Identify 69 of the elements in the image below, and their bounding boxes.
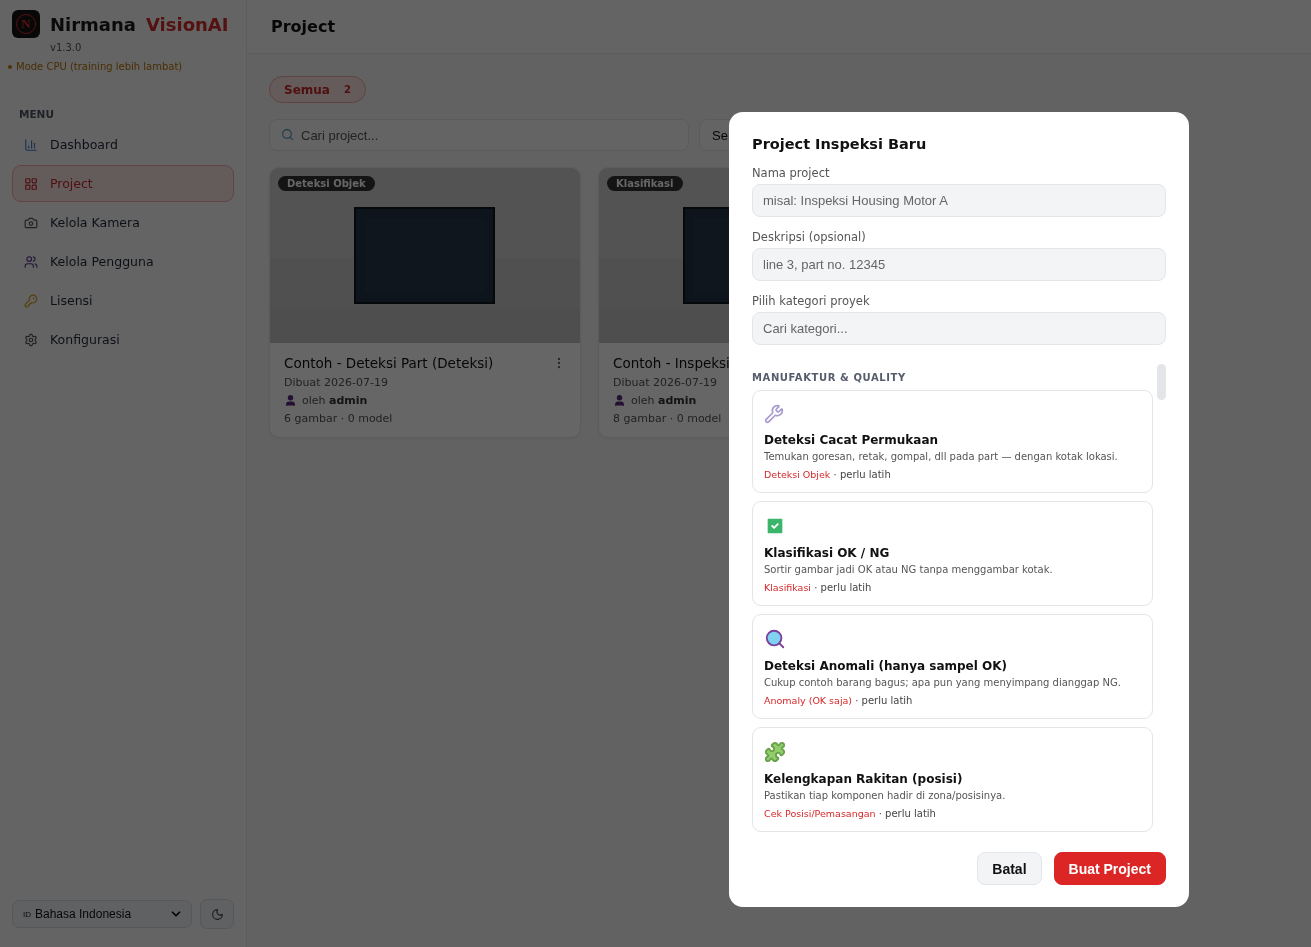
key-icon xyxy=(24,293,38,308)
app-version: v1.3.0 xyxy=(50,42,83,53)
category-description: Temukan goresan, retak, gompal, dll pada part — dengan kotak lokasi. xyxy=(764,451,1119,462)
camera-icon xyxy=(24,215,38,230)
field-label: Deskripsi (opsional) xyxy=(752,230,867,244)
dialog-title: Project Inspeksi Baru xyxy=(752,136,928,152)
menu-item[interactable]: Dashboard xyxy=(12,126,234,163)
menu-item[interactable]: Kelola Pengguna xyxy=(12,243,234,280)
magnifier-icon xyxy=(764,628,786,650)
brand-accent: VisionAI xyxy=(146,13,229,35)
category-tag-line: Cek Posisi/Pemasangan · perlu latih xyxy=(764,808,937,819)
project-card[interactable]: Deteksi Objek Contoh - Deteksi Part (Deteksi) Dibuat 2026-07-19 oleh admin 6 gambar · 0 model xyxy=(269,167,581,438)
menu-item[interactable]: Kelola Kamera xyxy=(12,204,234,241)
field-label: Nama project xyxy=(752,166,831,180)
input-field[interactable]: Cari kategori... xyxy=(752,312,1166,345)
category-title: Klasifikasi OK / NG xyxy=(764,546,891,560)
mode-status: Mode CPU (training lebih lambat) xyxy=(16,61,183,72)
input-field[interactable]: misal: Inspeksi Housing Motor A xyxy=(752,184,1166,217)
grid-icon xyxy=(24,176,38,191)
project-stats: 6 gambar · 0 model xyxy=(284,412,393,425)
scrollbar-thumb[interactable] xyxy=(1157,364,1166,400)
create-button[interactable]: Buat Project xyxy=(1053,852,1166,885)
language-select[interactable]: ID Bahasa Indonesia xyxy=(12,900,192,928)
menu-item[interactable]: Konfigurasi xyxy=(12,321,234,358)
category-tag-line: Deteksi Objek · perlu latih xyxy=(764,469,892,480)
menu-item[interactable]: Project xyxy=(12,165,234,202)
bar-chart-icon xyxy=(24,137,38,152)
owner-text: oleh admin xyxy=(631,394,697,407)
type-badge: Klasifikasi xyxy=(607,176,683,191)
category-option[interactable]: Deteksi Cacat Permukaan Temukan goresan, retak, gompal, dll pada part — dengan kotak lokasi. Deteksi Objek · perlu latih xyxy=(752,390,1153,493)
category-title: Deteksi Anomali (hanya sampel OK) xyxy=(764,659,1008,673)
type-badge: Deteksi Objek xyxy=(278,176,375,191)
page-title: Project xyxy=(271,17,336,36)
brand-name: Nirmana xyxy=(50,13,136,35)
category-option[interactable]: Klasifikasi OK / NG Sortir gambar jadi OK atau NG tanpa menggambar kotak. Klasifikasi · perlu latih xyxy=(752,501,1153,606)
project-stats: 8 gambar · 0 model xyxy=(613,412,722,425)
field-label: Pilih kategori proyek xyxy=(752,294,871,308)
category-title: Kelengkapan Rakitan (posisi) xyxy=(764,772,964,786)
created-date: Dibuat 2026-07-19 xyxy=(284,376,388,389)
wrench-icon xyxy=(764,404,784,424)
menu-heading: MENU xyxy=(19,108,55,120)
theme-toggle-button[interactable] xyxy=(200,899,234,929)
category-option[interactable]: Deteksi Anomali (hanya sampel OK) Cukup contoh barang bagus; apa pun yang menyimpang dianggap NG. Anomaly (OK saja) · perlu latih xyxy=(752,614,1153,719)
user-icon xyxy=(613,394,626,407)
settings-icon xyxy=(24,332,38,347)
category-tag-line: Anomaly (OK saja) · perlu latih xyxy=(764,695,914,706)
user-icon xyxy=(284,394,297,407)
status-dot xyxy=(8,64,12,69)
category-description: Pastikan tiap komponen hadir di zona/posisinya. xyxy=(764,790,1007,801)
category-tag-line: Klasifikasi · perlu latih xyxy=(764,582,873,593)
input-field[interactable]: line 3, part no. 12345 xyxy=(752,248,1166,281)
filter-chip[interactable]: Semua 2 xyxy=(269,76,366,103)
category-description: Sortir gambar jadi OK atau NG tanpa menggambar kotak. xyxy=(764,564,1054,575)
category-option[interactable]: Kelengkapan Rakitan (posisi) Pastikan tiap komponen hadir di zona/posisinya. Cek Posisi/Pemasangan · perlu latih xyxy=(752,727,1153,832)
project-title: Contoh - Deteksi Part (Deteksi) xyxy=(284,355,494,371)
category-description: Cukup contoh barang bagus; apa pun yang menyimpang dianggap NG. xyxy=(764,677,1122,688)
created-date: Dibuat 2026-07-19 xyxy=(613,376,717,389)
project-title: Contoh - Inspeksi xyxy=(613,355,730,371)
owner-text: oleh admin xyxy=(302,394,368,407)
moon-icon xyxy=(210,907,224,921)
search-icon xyxy=(281,128,294,141)
checkbox-icon xyxy=(764,515,786,537)
puzzle-icon xyxy=(764,741,786,763)
menu-item[interactable]: Lisensi xyxy=(12,282,234,319)
search-field[interactable]: Cari project... xyxy=(269,119,689,151)
users-icon xyxy=(24,254,38,269)
cancel-button[interactable]: Batal xyxy=(977,852,1042,885)
category-group-heading: MANUFAKTUR & QUALITY xyxy=(752,372,907,383)
category-title: Deteksi Cacat Permukaan xyxy=(764,433,940,447)
